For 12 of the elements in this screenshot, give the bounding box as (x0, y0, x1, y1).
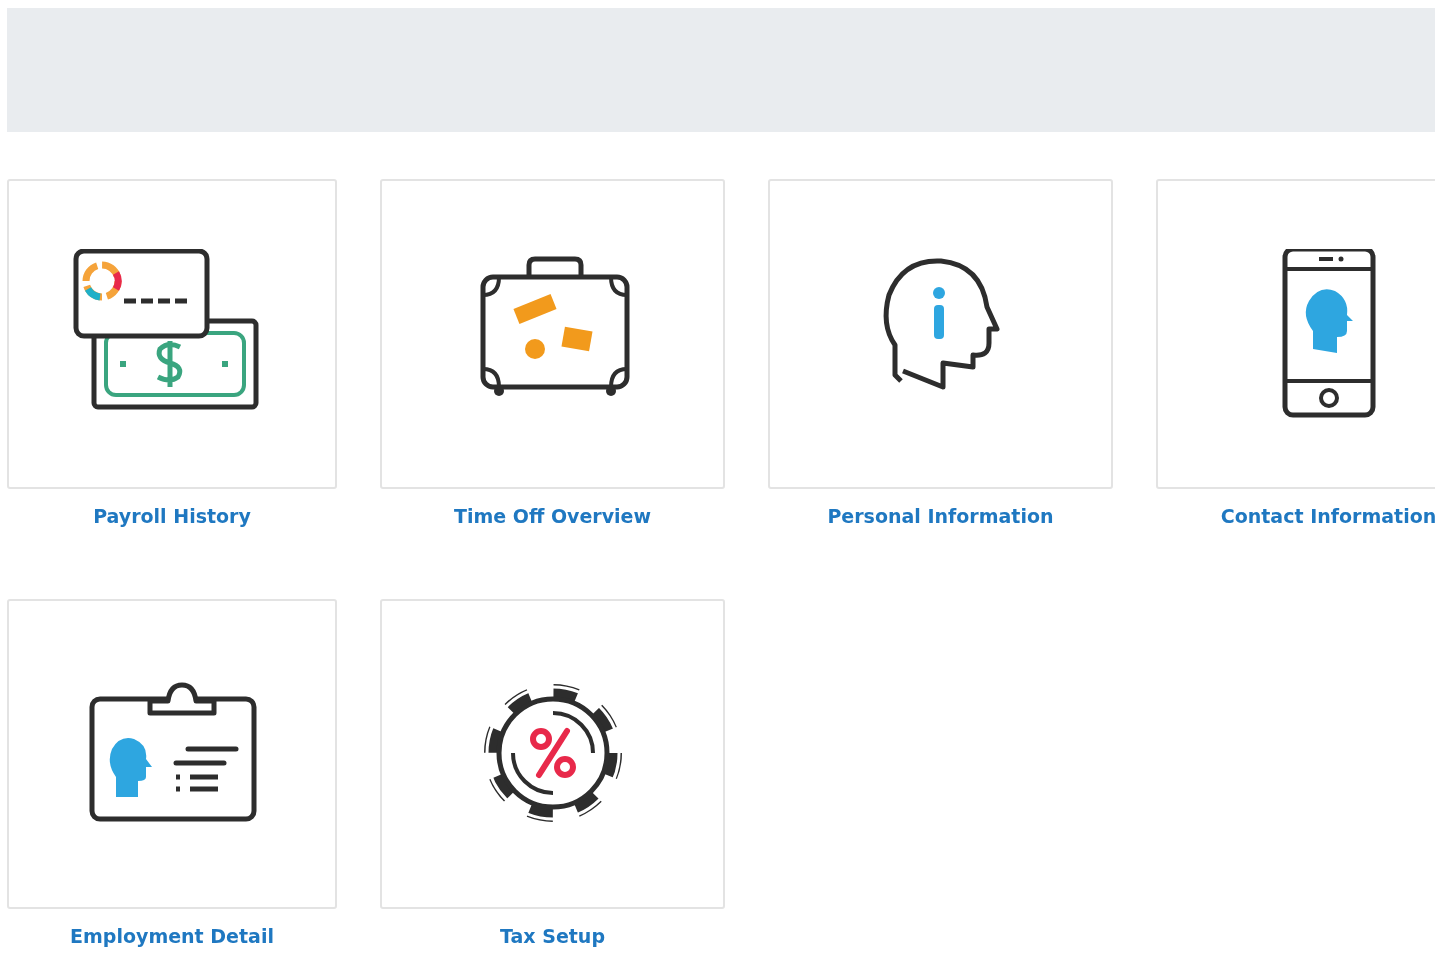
tile-link[interactable]: Payroll History (93, 503, 251, 529)
tile-link[interactable]: Personal Information (827, 503, 1054, 529)
tile-card[interactable] (768, 179, 1113, 489)
tile-card[interactable] (380, 179, 725, 489)
tile-card[interactable] (1156, 179, 1435, 489)
tile-link[interactable]: Time Off Overview (453, 503, 652, 529)
tile-link[interactable]: Tax Setup (500, 923, 605, 949)
tile-card[interactable] (7, 179, 337, 489)
tile-link[interactable]: Employment Detail (70, 923, 274, 949)
tile-card[interactable] (7, 599, 337, 909)
tile-link[interactable]: Contact Information (1220, 503, 1435, 529)
tile-card[interactable] (380, 599, 725, 909)
